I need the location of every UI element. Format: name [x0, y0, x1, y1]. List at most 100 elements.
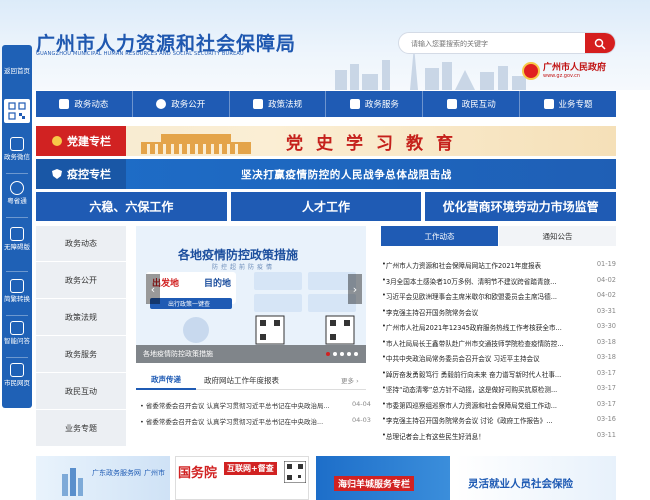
nav-item-policy[interactable]: 政策法规	[230, 91, 327, 117]
search-icon	[594, 38, 606, 50]
banner-title: 海归羊城服务专栏	[334, 476, 415, 491]
news-item[interactable]: • 习近平会见欧洲理事会主席米歇尔和欧盟委员会主席冯德... 04-02	[382, 291, 616, 301]
left-news-tabs: 政声传递 政府网站工作年度报表 更多 ›	[136, 370, 366, 390]
slide-caption: 各地疫情防控政策措施	[143, 350, 213, 358]
slider-dot[interactable]	[340, 352, 344, 356]
search-input[interactable]	[411, 36, 581, 51]
party-emblem-icon	[52, 136, 62, 146]
left-menu: 政务动态 政务公开 政策法规 政务服务 政民互动 业务专题	[36, 226, 126, 447]
news-item[interactable]: • 市人社局局长王鑫带队赴广州市交通技师学院检查疫情防控... 03-18	[382, 338, 616, 348]
sidebar-item-accessibility[interactable]: 无障碍版	[2, 227, 32, 251]
sidebar-item-label: 市民网页	[4, 379, 30, 387]
news-item[interactable]: • 踔厉奋发勇毅笃行 勇毅前行向未来 奋力谱写新时代人社事... 03-17	[382, 369, 616, 379]
great-hall-illustration	[141, 134, 251, 154]
left-menu-item[interactable]: 政策法规	[36, 300, 126, 336]
search-button[interactable]	[585, 33, 615, 53]
news-item[interactable]: • 3月全国本土感染者10万多例、清明节不建议跨省踏青旅... 04-02	[382, 276, 616, 286]
left-menu-item[interactable]: 政务动态	[36, 226, 126, 262]
sidebar-item-wechat[interactable]: 政务微信	[2, 137, 32, 161]
slide-query-button[interactable]: 出行政策一键查	[168, 299, 210, 308]
news-item[interactable]: • 广州市人力资源和社会保障局网站工作2021年度报表 01-19	[382, 260, 616, 270]
news-item[interactable]: • 广州市人社局2021年12345政府服务热线工作考核获全市... 03-30	[382, 322, 616, 332]
qr-code-icon	[284, 461, 306, 483]
search-box	[398, 32, 616, 54]
left-menu-item[interactable]: 政民互动	[36, 374, 126, 410]
sidebar-item-label: 无障碍版	[4, 243, 30, 251]
nav-item-topics[interactable]: 业务专题	[520, 91, 616, 117]
list-item[interactable]: • 省委常委会召开会议 认真学习贯彻习近平总书记在中央政治... 04-03	[140, 416, 371, 426]
slider-prev-arrow[interactable]: ‹	[146, 274, 160, 304]
tab-annual-report[interactable]: 政府网站工作年度报表	[204, 370, 279, 390]
news-item-title: 总理记者会上有这些民生好消息！	[385, 432, 485, 441]
list-item-date: 04-04	[352, 400, 371, 408]
tab-policy-voice[interactable]: 政声传递	[136, 370, 196, 390]
building-icon	[62, 468, 83, 496]
nav-label: 政务公开	[171, 100, 206, 110]
sidebar-item-citizen-page[interactable]: 市民网页	[2, 363, 32, 387]
news-item-date: 04-02	[596, 275, 616, 284]
chat-icon	[10, 321, 24, 335]
party-banner[interactable]: 党建专栏 党史学习教育	[36, 126, 616, 156]
slider-dot[interactable]	[347, 352, 351, 356]
topic-six-stability[interactable]: 六稳、六保工作	[36, 192, 227, 221]
slide-title: 各地疫情防控政策措施	[178, 248, 299, 262]
nav-item-news[interactable]: 政务动态	[36, 91, 133, 117]
nav-item-interaction[interactable]: 政民互动	[423, 91, 521, 117]
tab-notices[interactable]: 通知公告	[499, 226, 616, 246]
sidebar-item-yueshengtong[interactable]: 粤省通	[2, 181, 32, 205]
news-item[interactable]: • 市委第四巡察组巡察市人力资源和社会保障局党组工作动... 03-17	[382, 400, 616, 410]
news-item-date: 03-17	[596, 384, 616, 392]
party-tag-label: 党建专栏	[67, 135, 111, 148]
sidebar-item-qrcode[interactable]	[4, 99, 30, 123]
tab-work-news[interactable]: 工作动态	[381, 226, 498, 246]
gd-gov-service-banner[interactable]: 广东政务服务网 广州市	[36, 456, 170, 500]
sidebar-item-home[interactable]: 返回首页	[2, 67, 32, 75]
main-nav: 政务动态 政务公开 政策法规 政务服务 政民互动 业务专题	[36, 91, 616, 117]
banner-title: 灵活就业人员社会保险	[468, 478, 573, 490]
slider-next-arrow[interactable]: ›	[348, 274, 362, 304]
nav-item-services[interactable]: 政务服务	[326, 91, 424, 117]
left-menu-item[interactable]: 政务服务	[36, 337, 126, 373]
gov-emblem-icon	[522, 62, 540, 80]
covid-banner[interactable]: 疫控专栏 坚决打赢疫情防控的人民战争总体战阻击战	[36, 159, 616, 189]
flexible-employment-banner[interactable]: 灵活就业人员社会保险	[456, 456, 616, 500]
news-item-date: 03-18	[596, 353, 616, 361]
policy-icon	[253, 99, 264, 109]
news-item[interactable]: • 李克强主持召开国务院常务会议 讨论《政府工作报告》... 03-16	[382, 415, 616, 425]
left-menu-item[interactable]: 业务专题	[36, 411, 126, 447]
slider-dot[interactable]	[326, 352, 330, 356]
covid-banner-text: 坚决打赢疫情防控的人民战争总体战阻击战	[241, 169, 452, 181]
party-tag: 党建专栏	[36, 126, 126, 156]
list-item[interactable]: • 省委常委会召开会议 认真学习贯彻习近平总书记在中央政治局... 04-04	[140, 400, 371, 410]
sidebar-item-label: 粤省通	[7, 197, 27, 205]
state-council-supervision-banner[interactable]: 国务院 互联网+督查	[175, 456, 309, 500]
topic-business-environment[interactable]: 优化营商环境劳动力市场监管	[425, 192, 617, 221]
party-banner-text: 党史学习教育	[286, 134, 466, 154]
services-icon	[349, 99, 360, 109]
slider-dot[interactable]	[354, 352, 358, 356]
slider-dot[interactable]	[333, 352, 337, 356]
banner-title: 国务院	[178, 466, 218, 481]
site-subtitle: GUANGZHOU MUNICIPAL HUMAN RESOURCES AND …	[36, 51, 244, 57]
news-item-date: 03-17	[596, 368, 616, 377]
topic-talent-work[interactable]: 人才工作	[230, 192, 422, 221]
news-item-title: 踔厉奋发勇毅笃行 勇毅前行向未来 奋力谱写新时代人社事...	[385, 370, 562, 379]
news-item[interactable]: • 总理记者会上有这些民生好消息！ 03-11	[382, 431, 616, 441]
floating-sidebar: 返回首页 政务微信 粤省通 无障碍版 简繁转换 智能问答 市民网页	[2, 45, 32, 408]
news-item-title: 坚持“动态清零”总方针不动摇，这是做好可购买抗原检测...	[385, 386, 558, 394]
left-menu-item[interactable]: 政务公开	[36, 263, 126, 299]
gov-portal-link[interactable]: 广州市人民政府 www.gz.gov.cn	[522, 62, 606, 80]
news-item[interactable]: • 中共中央政治局常务委员会召开会议 习近平主持会议 03-18	[382, 353, 616, 363]
sidebar-item-smart-qa[interactable]: 智能问答	[2, 321, 32, 345]
sidebar-item-label: 智能问答	[4, 337, 30, 345]
covid-tag-label: 疫控专栏	[67, 168, 111, 181]
overseas-returnee-banner[interactable]: 海归羊城服务专栏	[316, 456, 450, 500]
sidebar-item-traditional-chinese[interactable]: 简繁转换	[2, 279, 32, 303]
more-link[interactable]: 更多 ›	[341, 370, 359, 390]
gov-url: www.gz.gov.cn	[543, 72, 581, 79]
news-item[interactable]: • 坚持“动态清零”总方针不动摇，这是做好可购买抗原检测... 03-17	[382, 384, 616, 394]
qr-code-icon	[8, 102, 26, 120]
nav-item-disclosure[interactable]: 政务公开	[133, 91, 230, 117]
news-item[interactable]: • 李克强主持召开国务院常务会议 03-31	[382, 307, 616, 317]
header: 广州市人力资源和社会保障局 GUANGZHOU MUNICIPAL HUMAN …	[0, 0, 650, 90]
